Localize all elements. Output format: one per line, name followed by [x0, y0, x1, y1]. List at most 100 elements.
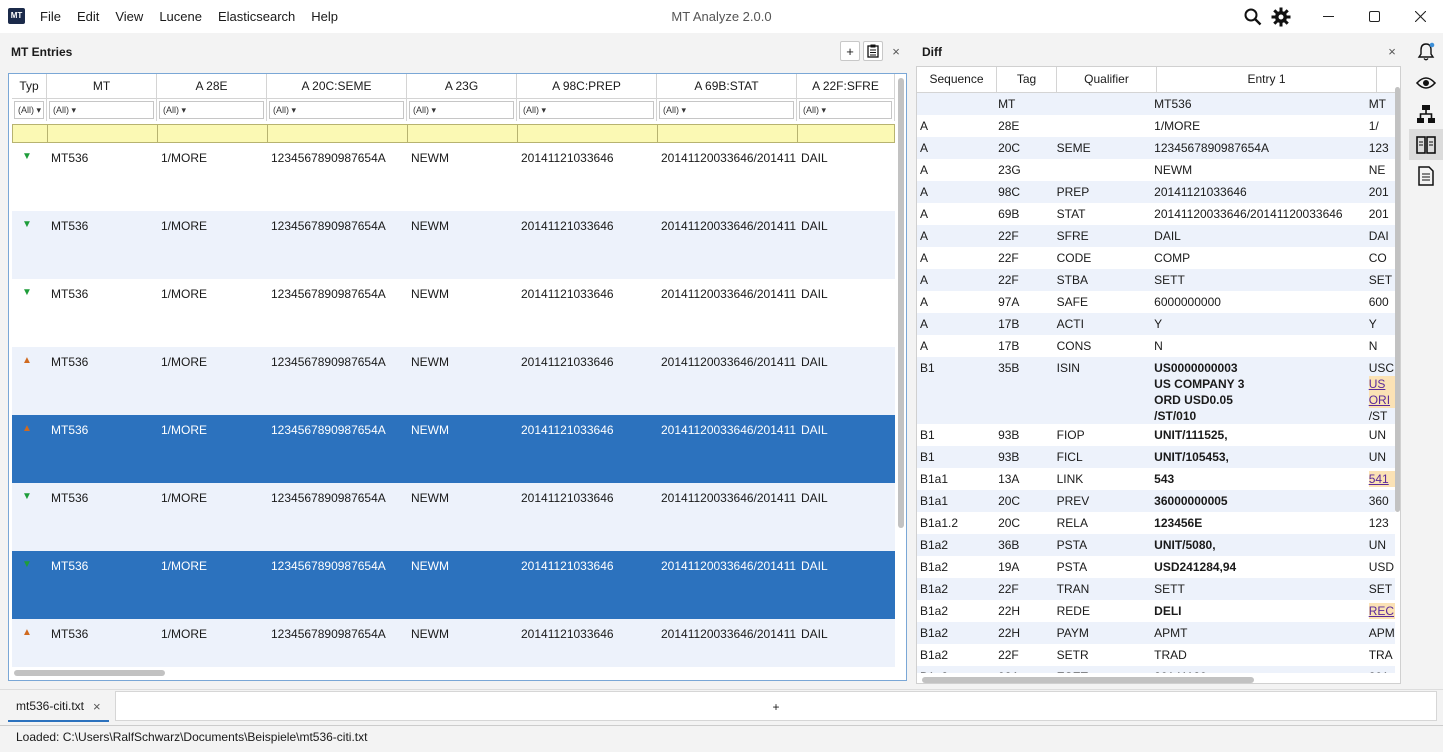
- table-cell: 20141121033646: [521, 287, 614, 301]
- diff-row[interactable]: MT MT536 MT: [917, 93, 1395, 115]
- table-row[interactable]: ▲ MT536 1/MORE 1234567890987654A NEWM 2014112…: [12, 415, 895, 483]
- table-row[interactable]: ▼ MT536 1/MORE 1234567890987654A NEWM 2014112…: [12, 483, 895, 551]
- table-row[interactable]: ▲ MT536 1/MORE 1234567890987654A NEWM 2014112…: [12, 347, 895, 415]
- filter-select[interactable]: (All) ▾: [519, 101, 654, 119]
- bell-icon[interactable]: [1409, 36, 1443, 67]
- table-row[interactable]: ▼ MT536 1/MORE 1234567890987654A NEWM 2014112…: [12, 279, 895, 347]
- scroll-thumb[interactable]: [898, 78, 904, 528]
- diff-row[interactable]: A 23G NEWM NE: [917, 159, 1395, 181]
- menu-elasticsearch[interactable]: Elasticsearch: [210, 9, 303, 24]
- close-window-button[interactable]: [1397, 0, 1443, 33]
- diff-row[interactable]: B1a2 19A PSTA USD241284,94 USD: [917, 556, 1395, 578]
- close-tab-button[interactable]: ×: [93, 699, 101, 714]
- diff-row[interactable]: B1a1 20C PREV 36000000005 360: [917, 490, 1395, 512]
- diff-row[interactable]: B1a1 13A LINK 543 541: [917, 468, 1395, 490]
- diff-row[interactable]: B1 93B FIOP UNIT/111525, UN: [917, 424, 1395, 446]
- diff-row[interactable]: B1 93B FICL UNIT/105453, UN: [917, 446, 1395, 468]
- diff-row[interactable]: B1a1.2 20C RELA 123456E 123: [917, 512, 1395, 534]
- eye-icon[interactable]: [1409, 67, 1443, 98]
- diff-row[interactable]: B1a2 36B PSTA UNIT/5080, UN: [917, 534, 1395, 556]
- document-icon[interactable]: [1409, 160, 1443, 191]
- column-header[interactable]: Typ: [12, 74, 47, 99]
- column-header[interactable]: A 98C:PREP: [517, 74, 657, 99]
- diff-row[interactable]: B1a298AESET20141120201: [917, 666, 1395, 673]
- diff-column-header[interactable]: Sequence: [917, 67, 997, 93]
- status-bar: Loaded: C:\Users\RalfSchwarz\Documents\B…: [0, 725, 1443, 752]
- table-row[interactable]: ▲ MT536 1/MORE 1234567890987654A NEWM 2014112…: [12, 619, 895, 667]
- column-header[interactable]: A 22F:SFRE: [797, 74, 895, 99]
- table-cell: 20141120033646/201411...: [661, 491, 797, 505]
- diff-cell: DAIL: [1151, 225, 1366, 247]
- diff-row[interactable]: A 22F STBA SETT SET: [917, 269, 1395, 291]
- column-header[interactable]: MT: [47, 74, 157, 99]
- menu-view[interactable]: View: [107, 9, 151, 24]
- filter-select[interactable]: (All) ▾: [409, 101, 514, 119]
- diff-horizontal-scrollbar[interactable]: [922, 677, 1254, 683]
- diff-row[interactable]: A 17B CONS N N: [917, 335, 1395, 357]
- minimize-button[interactable]: [1305, 0, 1351, 33]
- filter-select[interactable]: (All) ▾: [799, 101, 892, 119]
- diff-vertical-scrollbar[interactable]: [1393, 67, 1400, 677]
- search-filter-cell[interactable]: [47, 124, 158, 143]
- diff-row[interactable]: B1 35B ISIN US0000000003 US COMPANY 3 ORD USD…: [917, 357, 1395, 424]
- add-tab-button[interactable]: +: [115, 691, 1437, 721]
- column-header[interactable]: A 23G: [407, 74, 517, 99]
- filter-select[interactable]: (All) ▾: [659, 101, 794, 119]
- search-filter-cell[interactable]: [657, 124, 798, 143]
- search-filter-cell[interactable]: [12, 124, 48, 143]
- gear-icon[interactable]: [1267, 3, 1295, 31]
- filter-select[interactable]: (All) ▾: [14, 101, 44, 119]
- table-row[interactable]: ▼ MT536 1/MORE 1234567890987654A NEWM 2014112…: [12, 211, 895, 279]
- file-tab[interactable]: mt536-citi.txt ×: [8, 692, 109, 722]
- diff-value-line: N: [1368, 339, 1378, 353]
- menu-edit[interactable]: Edit: [69, 9, 107, 24]
- search-icon[interactable]: [1239, 3, 1267, 31]
- column-header[interactable]: A 20C:SEME: [267, 74, 407, 99]
- table-cell: MT536: [51, 627, 89, 641]
- menu-help[interactable]: Help: [303, 9, 346, 24]
- filter-select[interactable]: (All) ▾: [159, 101, 264, 119]
- diff-row[interactable]: A 69B STAT 20141120033646/20141120033646 201: [917, 203, 1395, 225]
- diff-cell: 17B: [998, 317, 1020, 331]
- diff-scroll-thumb[interactable]: [1395, 87, 1400, 512]
- close-diff-button[interactable]: ×: [1382, 41, 1402, 61]
- column-header[interactable]: A 69B:STAT: [657, 74, 797, 99]
- diff-row[interactable]: A 17B ACTI Y Y: [917, 313, 1395, 335]
- search-filter-cell[interactable]: [157, 124, 268, 143]
- diff-column-header[interactable]: Entry 1: [1157, 67, 1377, 93]
- horizontal-scrollbar[interactable]: [14, 670, 165, 676]
- diff-row[interactable]: B1a2 22H REDE DELI REC: [917, 600, 1395, 622]
- diff-row[interactable]: A 97A SAFE 6000000000 600: [917, 291, 1395, 313]
- compare-icon[interactable]: [1409, 129, 1443, 160]
- diff-row[interactable]: A 98C PREP 20141121033646 201: [917, 181, 1395, 203]
- maximize-button[interactable]: [1351, 0, 1397, 33]
- search-filter-cell[interactable]: [267, 124, 408, 143]
- diff-cell: B1a2: [920, 648, 949, 662]
- clipboard-icon[interactable]: [863, 41, 883, 61]
- filter-select[interactable]: (All) ▾: [49, 101, 154, 119]
- menu-lucene[interactable]: Lucene: [151, 9, 210, 24]
- diff-row[interactable]: A 28E 1/MORE 1/: [917, 115, 1395, 137]
- search-filter-cell[interactable]: [407, 124, 518, 143]
- column-header[interactable]: A 28E: [157, 74, 267, 99]
- table-row[interactable]: ▼ MT536 1/MORE 1234567890987654A NEWM 2014112…: [12, 551, 895, 619]
- search-filter-cell[interactable]: [517, 124, 658, 143]
- diff-row[interactable]: A 20C SEME 1234567890987654A 123: [917, 137, 1395, 159]
- table-cell: 1234567890987654A: [271, 559, 386, 573]
- add-entry-button[interactable]: +: [840, 41, 860, 61]
- search-filter-cell[interactable]: [797, 124, 895, 143]
- diff-row[interactable]: B1a2 22F SETR TRAD TRA: [917, 644, 1395, 666]
- diff-column-header[interactable]: Tag: [997, 67, 1057, 93]
- hierarchy-icon[interactable]: [1409, 98, 1443, 129]
- close-panel-button[interactable]: ×: [886, 41, 906, 61]
- menu-file[interactable]: File: [32, 9, 69, 24]
- diff-row[interactable]: A 22F CODE COMP CO: [917, 247, 1395, 269]
- table-row[interactable]: ▼ MT536 1/MORE 1234567890987654A NEWM 2014112…: [12, 143, 895, 211]
- diff-column-header[interactable]: Qualifier: [1057, 67, 1157, 93]
- vertical-scrollbar[interactable]: [897, 78, 904, 676]
- diff-row[interactable]: B1a2 22H PAYM APMT APM: [917, 622, 1395, 644]
- filter-select[interactable]: (All) ▾: [269, 101, 404, 119]
- diff-row[interactable]: A 22F SFRE DAIL DAI: [917, 225, 1395, 247]
- diff-row[interactable]: B1a2 22F TRAN SETT SET: [917, 578, 1395, 600]
- diff-value-line: NE: [1368, 163, 1386, 177]
